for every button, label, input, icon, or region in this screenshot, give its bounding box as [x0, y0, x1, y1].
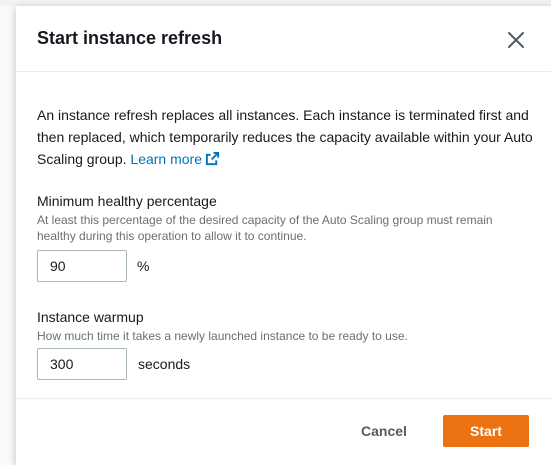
min-healthy-input[interactable] [37, 250, 127, 282]
start-button[interactable]: Start [443, 415, 529, 447]
warmup-label: Instance warmup [37, 309, 144, 325]
modal-description: An instance refresh replaces all instanc… [37, 104, 537, 170]
min-healthy-label: Minimum healthy percentage [37, 193, 217, 209]
min-healthy-unit: % [137, 258, 150, 274]
cancel-button[interactable]: Cancel [344, 415, 424, 447]
modal-header: Start instance refresh [16, 6, 551, 72]
description-text: An instance refresh replaces all instanc… [37, 107, 533, 167]
external-link-icon [205, 151, 220, 166]
min-healthy-hint: At least this percentage of the desired … [37, 213, 493, 243]
learn-more-label: Learn more [130, 151, 202, 167]
learn-more-link[interactable]: Learn more [130, 151, 220, 167]
warmup-hint: How much time it takes a newly launched … [37, 329, 408, 343]
close-icon [508, 32, 524, 48]
modal-body: An instance refresh replaces all instanc… [37, 104, 537, 170]
warmup-unit: seconds [138, 356, 191, 372]
close-button[interactable] [504, 28, 528, 52]
warmup-input[interactable] [37, 348, 127, 380]
modal-title: Start instance refresh [37, 28, 223, 48]
modal-footer: Cancel Start [16, 398, 551, 465]
start-instance-refresh-modal: Start instance refresh An instance refre… [16, 6, 551, 465]
